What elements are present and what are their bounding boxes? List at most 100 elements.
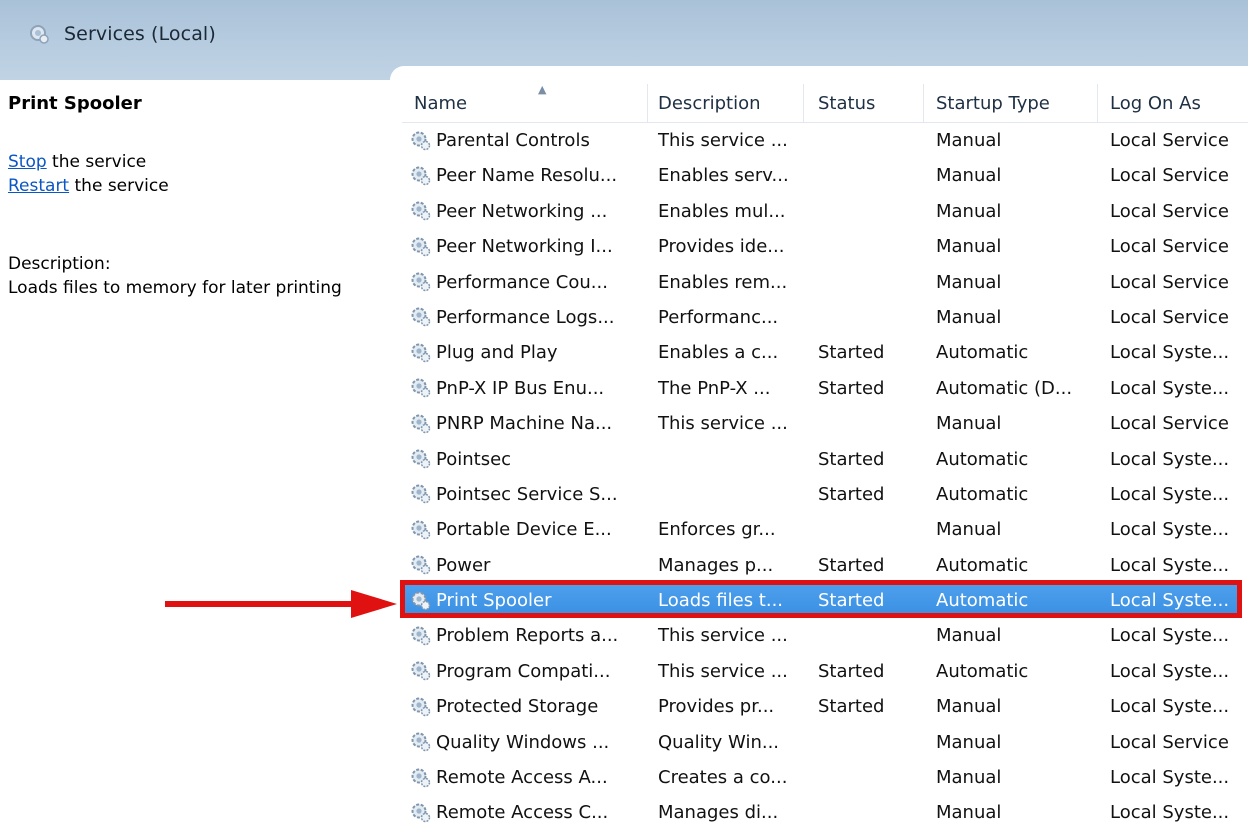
cell-description: Enables serv... (646, 158, 804, 193)
cell-description: Performanc... (646, 300, 804, 335)
cell-startup-type-text: Manual (936, 767, 1002, 789)
service-gear-icon (411, 343, 431, 363)
cell-startup-type-text: Manual (936, 236, 1002, 258)
cell-startup-type-text: Manual (936, 306, 1002, 328)
cell-log-on-as: Local Syste... (1098, 583, 1248, 618)
table-row[interactable]: Peer Name Resolu... Enables serv... Manual… (402, 158, 1248, 193)
cell-name: Parental Controls (402, 123, 648, 158)
column-header-name-label: Name (414, 92, 468, 114)
cell-log-on-as: Local Syste... (1098, 654, 1248, 689)
table-row[interactable]: Problem Reports a... This service ... Manu… (402, 618, 1248, 653)
services-window: Services (Local) Print Spooler Stop the … (0, 0, 1248, 832)
column-header-status-label: Status (818, 92, 876, 114)
cell-status (806, 158, 924, 193)
cell-log-on-as: Local Syste... (1098, 618, 1248, 653)
cell-startup-type: Manual (924, 406, 1098, 441)
cell-log-on-as-text: Local Syste... (1110, 802, 1230, 824)
table-row[interactable]: Pointsec Started Automatic Local Syste... (402, 442, 1248, 477)
cell-name-text: Protected Storage (436, 696, 599, 718)
cell-startup-type: Automatic (924, 477, 1098, 512)
restart-action-line: Restart the service (8, 174, 378, 198)
cell-description: Manages p... (646, 548, 804, 583)
table-row[interactable]: Performance Cou... Enables rem... Manual Lo… (402, 265, 1248, 300)
table-row[interactable]: Performance Logs... Performanc... Manual Lo… (402, 300, 1248, 335)
cell-name: Power (402, 548, 648, 583)
cell-description: Enables rem... (646, 265, 804, 300)
cell-status-text: Started (818, 483, 885, 505)
table-row[interactable]: Program Compati... This service ... Starte… (402, 654, 1248, 689)
cell-status (806, 760, 924, 795)
table-row[interactable]: Portable Device E... Enforces gr... Manual… (402, 512, 1248, 547)
cell-status (806, 512, 924, 547)
service-gear-icon (411, 520, 431, 540)
cell-name-text: Parental Controls (436, 130, 590, 151)
cell-name: PnP-X IP Bus Enu... (402, 371, 648, 406)
cell-name: Protected Storage (402, 689, 648, 724)
stop-service-link[interactable]: Stop (8, 152, 47, 172)
cell-startup-type: Automatic (924, 335, 1098, 370)
cell-log-on-as-text: Local Syste... (1110, 696, 1230, 718)
sort-ascending-icon: ▲ (538, 83, 547, 96)
column-header-description-label: Description (658, 92, 761, 114)
cell-log-on-as: Local Syste... (1098, 442, 1248, 477)
table-row[interactable]: PnP-X IP Bus Enu... The PnP-X ... Started A… (402, 371, 1248, 406)
table-row[interactable]: Remote Access C... Manages di... Manual Loc… (402, 795, 1248, 830)
cell-description: This service ... (646, 618, 804, 653)
table-row[interactable]: Peer Networking ... Enables mul... Manual L… (402, 194, 1248, 229)
table-row[interactable]: Pointsec Service S... Started Automatic Loc… (402, 477, 1248, 512)
service-gear-icon (411, 449, 431, 469)
table-row[interactable]: Plug and Play Enables a c... Started Automa… (402, 335, 1248, 370)
cell-name: Remote Access A... (402, 760, 648, 795)
service-gear-icon (411, 131, 431, 150)
cell-log-on-as-text: Local Syste... (1110, 590, 1230, 612)
cell-status-text: Started (818, 660, 885, 682)
table-row[interactable]: Quality Windows ... Quality Win... Manual L… (402, 725, 1248, 760)
table-header: Name ▲ Description Status Startup Type L… (402, 83, 1248, 123)
cell-name: Performance Logs... (402, 300, 648, 335)
cell-log-on-as-text: Local Service (1110, 413, 1229, 435)
table-row-selected[interactable]: Print Spooler Loads files t... Started Auto… (400, 580, 1248, 619)
cell-status: Started (806, 442, 924, 477)
cell-log-on-as: Local Syste... (1098, 548, 1248, 583)
cell-status (806, 300, 924, 335)
cell-description: Creates a co... (646, 760, 804, 795)
cell-status: Started (806, 689, 924, 724)
cell-description: This service ... (646, 406, 804, 441)
column-header-startup-type-label: Startup Type (936, 92, 1050, 114)
cell-status-text: Started (818, 696, 885, 718)
cell-description-text: Provides pr... (658, 696, 775, 718)
table-row[interactable]: Power Manages p... Started Automatic Local S… (402, 548, 1248, 583)
service-gear-icon (411, 661, 431, 681)
column-header-name[interactable]: Name ▲ (402, 83, 648, 122)
cell-status: Started (806, 654, 924, 689)
cell-startup-type-text: Manual (936, 413, 1002, 435)
cell-startup-type-text: Automatic (936, 554, 1029, 576)
cell-startup-type-text: Automatic (936, 342, 1029, 364)
column-header-status[interactable]: Status (806, 84, 924, 122)
table-row[interactable]: Parental Controls This service ... Manual L… (402, 123, 1248, 158)
column-header-log-on-as[interactable]: Log On As (1098, 84, 1248, 122)
cell-description: Provides ide... (646, 229, 804, 264)
cell-startup-type: Manual (924, 725, 1098, 760)
table-row[interactable]: PNRP Machine Na... This service ... Manual… (402, 406, 1248, 441)
cell-description: Manages di... (646, 795, 804, 830)
table-row[interactable]: Peer Networking I... Provides ide... Manua… (402, 229, 1248, 264)
column-header-description[interactable]: Description (646, 84, 804, 122)
stop-suffix: the service (46, 152, 147, 172)
cell-name: Portable Device E... (402, 512, 648, 547)
cell-description-text: This service ... (658, 413, 788, 435)
cell-log-on-as: Local Syste... (1098, 335, 1248, 370)
cell-description: This service ... (646, 123, 804, 158)
cell-startup-type-text: Manual (936, 802, 1002, 824)
restart-service-link[interactable]: Restart (8, 176, 69, 196)
cell-log-on-as: Local Syste... (1098, 477, 1248, 512)
cell-description-text: This service ... (658, 660, 788, 682)
cell-startup-type-text: Manual (936, 625, 1002, 647)
table-row[interactable]: Remote Access A... Creates a co... Manual L… (402, 760, 1248, 795)
table-row[interactable]: Protected Storage Provides pr... Started Ma… (402, 689, 1248, 724)
cell-description-text: Loads files t... (658, 590, 784, 612)
cell-startup-type-text: Automatic (D... (936, 377, 1073, 399)
cell-description: Enables mul... (646, 194, 804, 229)
cell-startup-type: Manual (924, 265, 1098, 300)
column-header-startup-type[interactable]: Startup Type (924, 84, 1098, 122)
